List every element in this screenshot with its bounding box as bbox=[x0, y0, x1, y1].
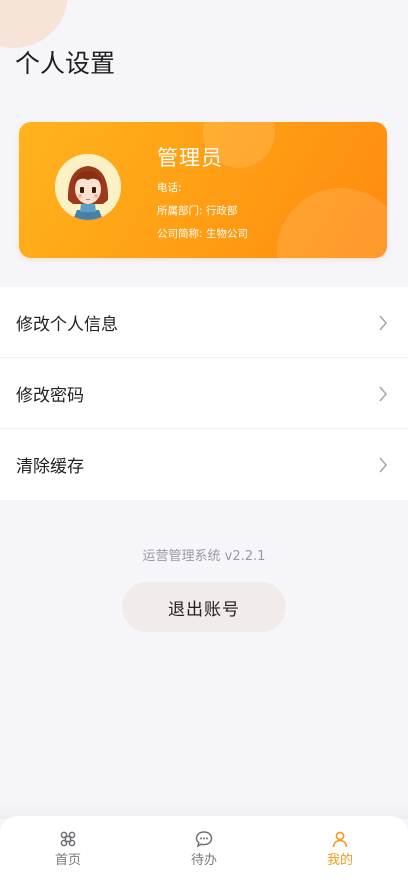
menu-item-label: 修改个人信息 bbox=[16, 314, 118, 335]
page-title: 个人设置 bbox=[15, 49, 116, 78]
avatar-image bbox=[55, 154, 121, 220]
version-text: 运营管理系统 v2.2.1 bbox=[142, 549, 266, 564]
logout-button[interactable]: 退出账号 bbox=[122, 582, 286, 632]
user-icon bbox=[332, 831, 348, 848]
chat-icon bbox=[195, 831, 213, 848]
menu-item-change-password[interactable]: 修改密码 bbox=[0, 358, 408, 429]
tab-label: 待办 bbox=[190, 853, 217, 868]
profile-card[interactable]: 管理员 电话: 所属部门: 行政部 公司简称: 生物公司 bbox=[19, 122, 387, 258]
settings-screen: 个人设置 管理员 电话: 所属部门: 行政部 公司简称: 生物公司 修改个人信息… bbox=[0, 0, 408, 883]
user-name: 管理员 bbox=[157, 146, 223, 170]
tab-home[interactable]: 首页 bbox=[0, 816, 136, 883]
tab-bar: 首页 待办 我的 bbox=[0, 816, 408, 883]
company-text: 公司简称: 生物公司 bbox=[157, 228, 248, 240]
menu-item-clear-cache[interactable]: 清除缓存 bbox=[0, 429, 408, 500]
profile-info: 管理员 电话: 所属部门: 行政部 公司简称: 生物公司 bbox=[157, 142, 248, 241]
chevron-right-icon bbox=[379, 386, 388, 402]
phone-text: 电话: bbox=[157, 182, 182, 194]
tab-todo[interactable]: 待办 bbox=[136, 816, 272, 883]
department-text: 所属部门: 行政部 bbox=[157, 205, 238, 217]
chevron-right-icon bbox=[379, 315, 388, 331]
tab-mine[interactable]: 我的 bbox=[272, 816, 408, 883]
menu-item-edit-profile[interactable]: 修改个人信息 bbox=[0, 287, 408, 358]
command-icon bbox=[60, 831, 76, 847]
menu-item-label: 修改密码 bbox=[16, 385, 84, 406]
menu-item-label: 清除缓存 bbox=[16, 457, 84, 477]
card-decoration bbox=[277, 188, 387, 258]
avatar bbox=[55, 154, 121, 220]
tab-label: 我的 bbox=[326, 853, 353, 868]
settings-menu: 修改个人信息 修改密码 清除缓存 bbox=[0, 287, 408, 500]
decorative-blob bbox=[0, 0, 68, 48]
tab-label: 首页 bbox=[54, 853, 81, 868]
chevron-right-icon bbox=[379, 457, 388, 473]
